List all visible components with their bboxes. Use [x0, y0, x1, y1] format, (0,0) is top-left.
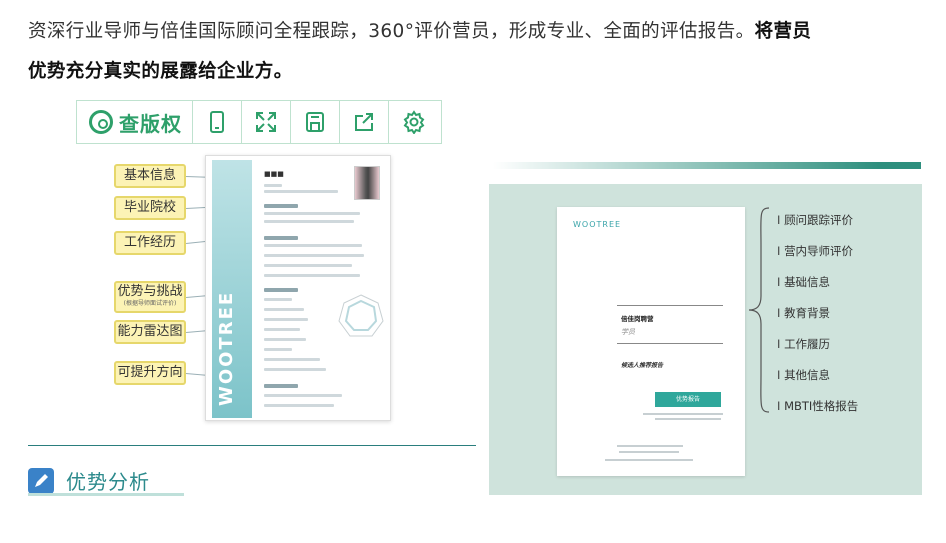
share-button[interactable]: [340, 101, 389, 143]
callout-sub: (根据导师面试评价): [123, 300, 177, 307]
callout-improvement: 可提升方向: [114, 361, 186, 385]
tablet-icon: [210, 111, 224, 133]
toc-item: 工作履历: [777, 334, 858, 365]
report-contents: 顾问跟踪评价 营内导师评价 基础信息 教育背景 工作履历 其他信息 MBTI性格…: [777, 210, 858, 427]
toc-item: 顾问跟踪评价: [777, 210, 858, 241]
section-underline: [28, 493, 184, 496]
divider: [28, 445, 476, 446]
toc-item: 教育背景: [777, 303, 858, 334]
copyright-check-button[interactable]: 查版权: [77, 101, 193, 143]
report-preview-panel: WOOTREE 倍佳岗聘营 学员 候选人推荐报告 优势报告 顾问跟踪评价 营内导…: [489, 184, 922, 495]
cover-signature: 学员: [621, 328, 635, 336]
callout-work-history: 工作经历: [114, 231, 186, 255]
text-line: [264, 394, 342, 397]
tablet-view-button[interactable]: [193, 101, 242, 143]
intro-bold-b: 优势充分真实的展露给企业方。: [28, 61, 293, 82]
text-line: [264, 220, 354, 223]
gradient-bar: [493, 162, 921, 169]
text-line: [264, 308, 304, 311]
cover-logo: WOOTREE: [573, 220, 622, 229]
callout-label: 工作经历: [123, 235, 176, 250]
cover-fine-print: [605, 459, 693, 461]
callout-university: 毕业院校: [114, 196, 186, 220]
brace-icon: [748, 207, 770, 413]
text-line: [264, 348, 292, 351]
toc-item: MBTI性格报告: [777, 396, 858, 427]
callout-label: 优势与挑战: [117, 284, 183, 299]
callout-basic-info: 基本信息: [114, 164, 186, 188]
callout-label: 基本信息: [123, 168, 176, 183]
text-line: [264, 244, 362, 247]
settings-icon: [403, 110, 424, 134]
cover-subtitle: 候选人推荐报告: [621, 362, 664, 369]
cover-fine-print: [617, 445, 683, 447]
report-cover: WOOTREE 倍佳岗聘营 学员 候选人推荐报告 优势报告: [557, 207, 745, 476]
text-line: [264, 254, 364, 257]
text-line: [264, 274, 360, 277]
text-line: [264, 298, 292, 301]
intro-paragraph: 资深行业导师与倍佳国际顾问全程跟踪，360°评价营员，形成专业、全面的评估报告。…: [28, 12, 928, 92]
text-line: [264, 338, 306, 341]
cover-title: 倍佳岗聘营: [621, 315, 654, 323]
callout-radar-chart: 能力雷达图: [114, 320, 186, 344]
save-icon: [306, 112, 324, 132]
cover-fine-print: [655, 418, 721, 420]
toc-item: 其他信息: [777, 365, 858, 396]
resume-photo: [354, 166, 380, 200]
copyright-toolbar: 查版权: [76, 100, 442, 144]
expand-icon: [256, 112, 276, 132]
section-head: [264, 204, 298, 208]
intro-text: 资深行业导师与倍佳国际顾问全程跟踪，360°评价营员，形成专业、全面的评估报告。: [28, 21, 755, 42]
callout-label: 能力雷达图: [117, 324, 183, 339]
cover-rule: [617, 305, 723, 306]
text-line: [264, 328, 300, 331]
callout-label: 毕业院校: [123, 200, 176, 215]
text-line: [264, 212, 360, 215]
text-line: [264, 264, 352, 267]
cover-fine-print: [619, 451, 679, 453]
radar-chart-preview: [338, 294, 384, 337]
resume-preview: WOOTREE ■■■: [205, 155, 391, 421]
text-line: [264, 358, 320, 361]
toc-item: 基础信息: [777, 272, 858, 303]
text-line: [264, 318, 308, 321]
fullscreen-button[interactable]: [242, 101, 291, 143]
cover-report-button: 优势报告: [655, 392, 721, 407]
resume-name: ■■■: [264, 170, 284, 178]
resume-brand-logo: WOOTREE: [216, 290, 237, 406]
settings-button[interactable]: [389, 101, 438, 143]
section-head: [264, 384, 298, 388]
section-head: [264, 236, 298, 240]
save-button[interactable]: [291, 101, 340, 143]
callout-label: 可提升方向: [117, 365, 183, 380]
copyright-logo-icon: [89, 110, 113, 134]
text-line: [264, 404, 334, 407]
share-icon: [355, 113, 373, 131]
intro-bold-a: 将营员: [754, 21, 812, 42]
copyright-brand-label: 查版权: [119, 111, 182, 136]
text-line: [264, 190, 338, 193]
section-title: 优势分析: [66, 470, 150, 494]
toc-item: 营内导师评价: [777, 241, 858, 272]
pencil-icon: [28, 467, 54, 494]
cover-rule: [617, 343, 723, 344]
callout-strengths: 优势与挑战 (根据导师面试评价): [114, 281, 186, 313]
text-line: [264, 368, 326, 371]
text-line: [264, 184, 282, 187]
section-heading: 优势分析: [28, 466, 150, 495]
section-head: [264, 288, 298, 292]
cover-fine-print: [643, 413, 723, 415]
